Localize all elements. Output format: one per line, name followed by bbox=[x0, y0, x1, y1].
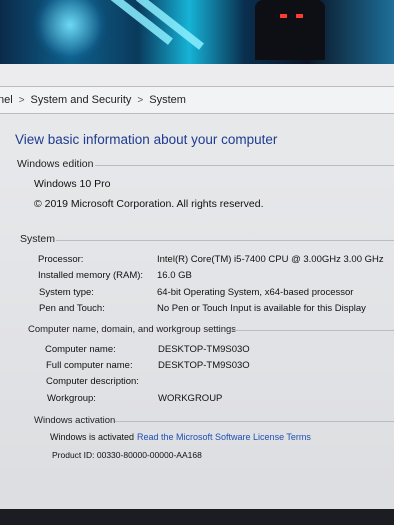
system-window: nel > System and Security > System View … bbox=[0, 64, 394, 525]
pen-touch-label: Pen and Touch: bbox=[39, 303, 105, 314]
workgroup-value: WORKGROUP bbox=[158, 393, 223, 404]
title-bar bbox=[0, 64, 394, 86]
address-bar[interactable]: nel > System and Security > System bbox=[0, 86, 394, 114]
full-computer-name-value: DESKTOP-TM9S03O bbox=[158, 360, 250, 371]
wallpaper-figure bbox=[255, 0, 325, 60]
system-type-label: System type: bbox=[39, 287, 94, 298]
screen-bezel bbox=[0, 509, 394, 525]
memory-label: Installed memory (RAM): bbox=[38, 270, 144, 281]
section-divider bbox=[115, 421, 394, 422]
copyright-text: © 2019 Microsoft Corporation. All rights… bbox=[34, 198, 264, 210]
chevron-right-icon[interactable]: > bbox=[137, 95, 143, 106]
section-divider bbox=[95, 165, 394, 166]
breadcrumb-control-panel[interactable]: nel bbox=[0, 94, 13, 106]
computer-name-label: Computer name: bbox=[45, 344, 116, 355]
section-title-windows-edition: Windows edition bbox=[17, 158, 94, 170]
windows-edition-name: Windows 10 Pro bbox=[34, 178, 111, 190]
wallpaper-eye bbox=[280, 14, 287, 18]
section-divider bbox=[56, 240, 394, 241]
breadcrumb-system-and-security[interactable]: System and Security bbox=[31, 94, 132, 106]
workgroup-label: Workgroup: bbox=[47, 393, 96, 404]
activation-status: Windows is activated bbox=[50, 432, 135, 442]
processor-value: Intel(R) Core(TM) i5-7400 CPU @ 3.00GHz … bbox=[157, 254, 384, 265]
full-computer-name-label: Full computer name: bbox=[46, 360, 133, 371]
wallpaper-eye bbox=[296, 14, 303, 18]
memory-value: 16.0 GB bbox=[157, 270, 192, 281]
section-title-computer-name: Computer name, domain, and workgroup set… bbox=[28, 324, 237, 335]
processor-label: Processor: bbox=[38, 254, 84, 265]
pen-touch-value: No Pen or Touch Input is available for t… bbox=[157, 303, 366, 314]
computer-description-label: Computer description: bbox=[46, 376, 139, 387]
wallpaper-glow bbox=[30, 0, 110, 60]
section-title-system: System bbox=[20, 233, 56, 245]
desktop-wallpaper bbox=[0, 0, 394, 64]
system-type-value: 64-bit Operating System, x64-based proce… bbox=[157, 287, 354, 298]
page-title: View basic information about your comput… bbox=[15, 132, 278, 147]
chevron-right-icon[interactable]: > bbox=[19, 95, 25, 106]
breadcrumb-system[interactable]: System bbox=[149, 94, 186, 106]
section-title-windows-activation: Windows activation bbox=[34, 415, 116, 426]
section-divider bbox=[232, 330, 394, 331]
product-id: Product ID: 00330-80000-00000-AA168 bbox=[52, 450, 202, 460]
license-terms-link[interactable]: Read the Microsoft Software License Term… bbox=[137, 432, 311, 442]
computer-name-value: DESKTOP-TM9S03O bbox=[158, 344, 250, 355]
